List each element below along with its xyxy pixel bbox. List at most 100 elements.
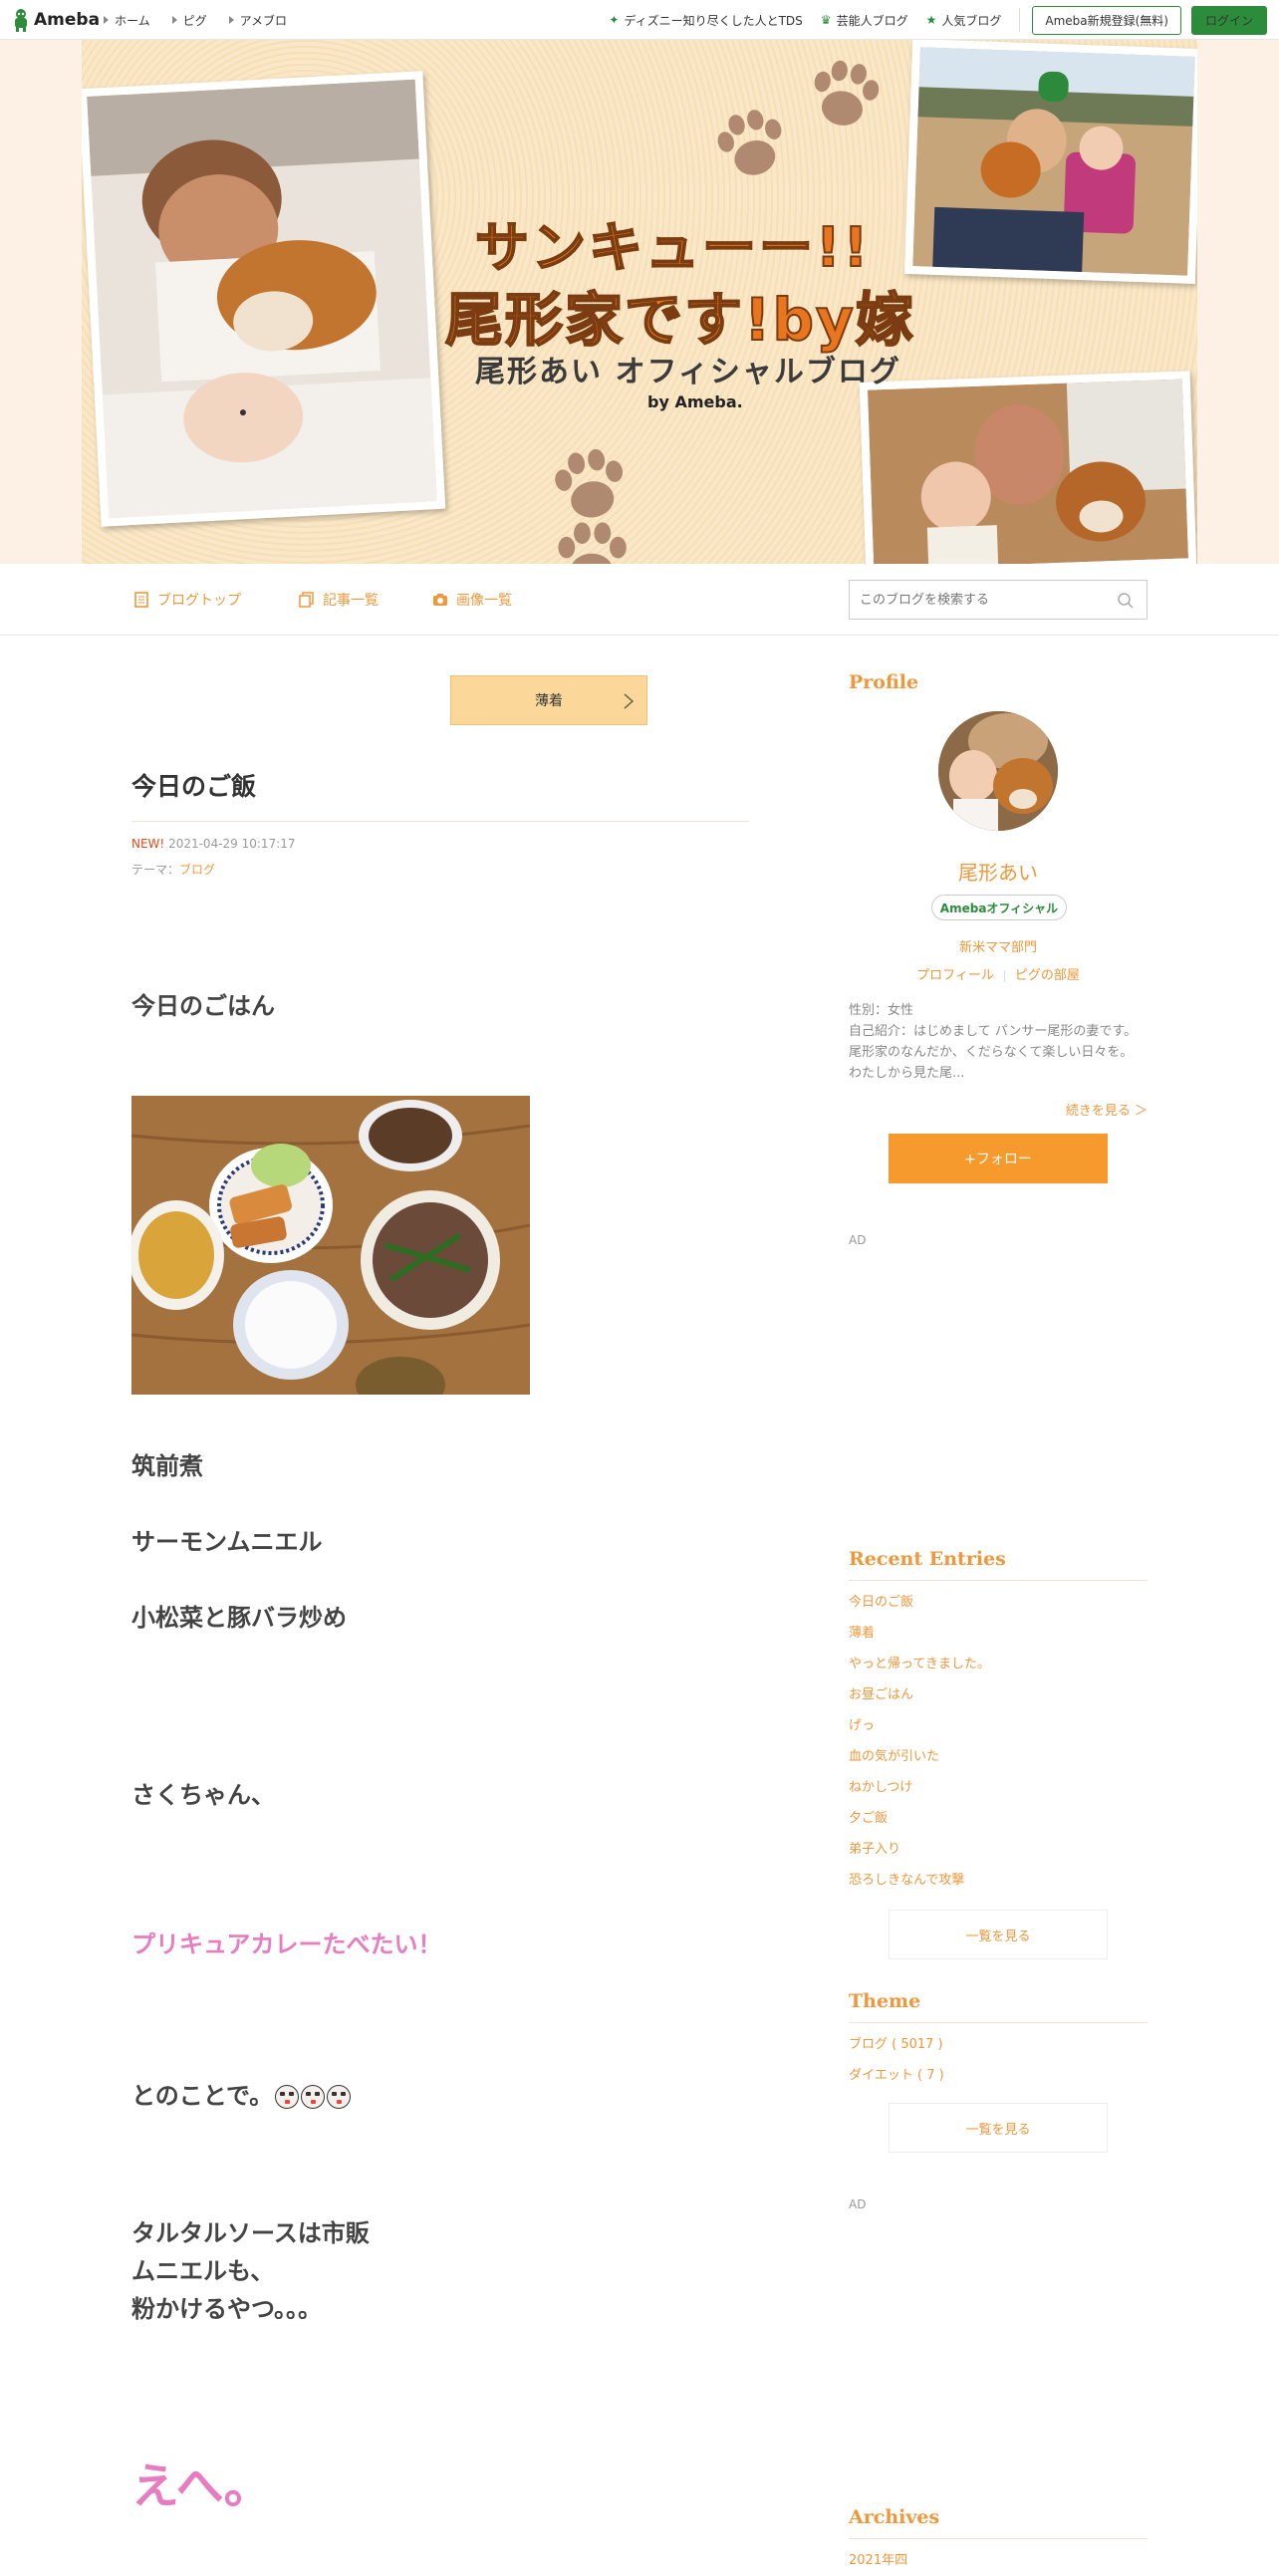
archives-heading: Archives <box>849 2506 1148 2539</box>
article-text-pink: プリキュアカレーたべたい！ <box>131 1931 442 1958</box>
register-button[interactable]: Ameba新規登録(無料) <box>1032 5 1181 35</box>
arrow-icon <box>228 16 234 24</box>
blog-search-input[interactable] <box>850 581 1099 619</box>
profile-heading: Profile <box>849 671 919 693</box>
recent-entry-link[interactable]: 夕ご飯 <box>849 1803 1148 1834</box>
arrow-icon <box>171 16 177 24</box>
profile-links: プロフィール ピグの部屋 <box>849 964 1148 983</box>
copy-icon <box>299 592 314 608</box>
meal-photo[interactable] <box>131 1096 530 1395</box>
article-meta: NEW! 2021-04-29 10:17:17 <box>131 837 296 851</box>
profile-category[interactable]: 新米ママ部門 <box>849 936 1148 955</box>
theme-heading: Theme <box>849 1990 1148 2023</box>
article-text-pink-large: えへ。 <box>131 2458 272 2514</box>
blog-top-label: ブログトップ <box>157 593 241 609</box>
paw-print-icon <box>814 60 880 126</box>
trend-link[interactable]: ✦ ディズニー知り尽くした人とTDS <box>609 12 802 29</box>
article-theme: テーマ：ブログ <box>131 861 215 878</box>
archives-list: 2021年四 <box>849 2545 1148 2576</box>
article-text: サーモンムニエル <box>131 1528 323 1556</box>
theme-list-more-button[interactable]: 一覧を見る <box>889 2103 1108 2153</box>
profile-link[interactable]: プロフィール <box>916 968 994 983</box>
nav-home-label: ホーム <box>115 13 150 28</box>
family-photo-image <box>87 79 437 519</box>
document-icon <box>134 592 148 608</box>
profile-description: 性別：女性 自己紹介：はじめまして パンサー尾形の妻です。 尾形家のなんだか、く… <box>849 1003 1138 1081</box>
recent-entries: Recent Entries 今日のご飯 薄着 やっと帰ってきました。 お昼ごは… <box>849 1548 1148 1959</box>
article-text: とのことで。 <box>131 2082 274 2110</box>
celebrity-blog-label: 芸能人ブログ <box>836 13 908 28</box>
recent-entry-link[interactable]: やっと帰ってきました。 <box>849 1649 1148 1679</box>
image-list-link[interactable]: 画像一覧 <box>432 590 512 610</box>
archives-section: Archives 2021年四 <box>849 2506 1148 2576</box>
banner-title-line1: サンキューー!! <box>474 215 872 280</box>
header-photo-park <box>903 40 1197 285</box>
theme-link[interactable]: ブログ <box>179 863 215 877</box>
prev-article-button[interactable]: 薄着 <box>450 675 647 725</box>
paw-print-icon <box>588 408 589 409</box>
trend-link-label: ディズニー知り尽くした人とTDS <box>624 13 803 28</box>
nav-pig-label: ピグ <box>182 13 207 28</box>
recent-entry-link[interactable]: お昼ごはん <box>849 1679 1148 1710</box>
recent-entry-link[interactable]: 今日のご飯 <box>849 1587 1148 1618</box>
ameba-logo-icon <box>15 9 27 32</box>
ameba-logo[interactable]: Ameba <box>12 8 100 32</box>
chevron-right-icon <box>624 693 635 709</box>
divider <box>1019 8 1021 32</box>
camera-icon <box>433 594 447 606</box>
recent-entry-link[interactable]: 弟子入り <box>849 1834 1148 1865</box>
logo-text: Ameba <box>34 10 101 30</box>
recent-entry-link[interactable]: 薄着 <box>849 1618 1148 1649</box>
blog-nav-bar: ブログトップ 記事一覧 画像一覧 <box>0 564 1279 636</box>
nav-pig-link[interactable]: ピグ <box>171 12 207 29</box>
blog-search-box <box>849 580 1148 620</box>
pig-room-link[interactable]: ピグの部屋 <box>1015 968 1080 983</box>
header-photo-kitchen <box>859 371 1197 564</box>
read-more-link[interactable]: 続きを見る ＞ <box>1066 1100 1148 1119</box>
recent-entry-link[interactable]: 恐ろしきなんで攻撃 <box>849 1865 1148 1896</box>
header-photo-family <box>82 71 446 527</box>
nav-amebro-link[interactable]: アメブロ <box>228 12 287 29</box>
meal-photo-image <box>131 1096 530 1395</box>
banner-by-ameba: by Ameba. <box>647 392 743 411</box>
official-badge: Amebaオフィシャル <box>931 895 1067 920</box>
recent-list-more-button[interactable]: 一覧を見る <box>889 1910 1108 1959</box>
article-text: 粉かけるやつ。。。 <box>131 2295 323 2323</box>
theme-section: Theme ブログ ( 5017 ) ダイエット ( 7 ) 一覧を見る <box>849 1990 1148 2153</box>
article-text: タルタルソースは市販 <box>131 2219 370 2247</box>
ad-label: AD <box>849 2197 867 2211</box>
recent-entry-link[interactable]: げっ <box>849 1710 1148 1741</box>
search-icon[interactable] <box>1117 592 1135 610</box>
follow-button[interactable]: +フォロー <box>889 1134 1108 1183</box>
article-text: 小松菜と豚バラ炒め <box>131 1604 347 1632</box>
recent-entry-link[interactable]: 血の気が引いた <box>849 1741 1148 1772</box>
image-list-label: 画像一覧 <box>456 593 512 609</box>
divider <box>1003 969 1005 982</box>
arrow-icon <box>104 16 109 24</box>
park-photo-image <box>912 47 1195 276</box>
article-list-link[interactable]: 記事一覧 <box>299 590 379 610</box>
banner-title-line2: 尾形家です!by嫁 <box>444 285 915 355</box>
profile-avatar[interactable] <box>938 711 1058 831</box>
article-datetime: 2021-04-29 10:17:17 <box>168 837 296 851</box>
celebrity-blog-link[interactable]: ♛ 芸能人ブログ <box>821 12 908 29</box>
popular-blog-label: 人気ブログ <box>941 13 1002 28</box>
top-right-links: ✦ ディズニー知り尽くした人とTDS ♛ 芸能人ブログ ★ 人気ブログ Ameba新規… <box>609 0 1267 40</box>
crown-icon: ♛ <box>820 13 832 27</box>
top-bar: Ameba ホーム ピグ アメブロ ✦ ディズニー知り尽くした人とTDS ♛ 芸能人… <box>0 0 1279 40</box>
blog-top-link[interactable]: ブログトップ <box>133 590 241 610</box>
popular-blog-link[interactable]: ★ 人気ブログ <box>926 12 1002 29</box>
archive-item-link[interactable]: 2021年四 <box>849 2545 1148 2576</box>
article-text-with-emoji: とのことで。 <box>131 2076 352 2111</box>
profile-name[interactable]: 尾形あい <box>849 857 1148 886</box>
blog-header-banner[interactable]: サンキューー!! 尾形家です!by嫁 尾形あい オフィシャルブログ by Ame… <box>82 40 1197 564</box>
star-icon: ★ <box>925 13 937 27</box>
recent-entry-link[interactable]: ねかしつけ <box>849 1772 1148 1803</box>
new-badge: NEW! <box>131 837 165 851</box>
recent-entries-list: 今日のご飯 薄着 やっと帰ってきました。 お昼ごはん げっ 血の気が引いた ねか… <box>849 1587 1148 1896</box>
theme-item-link[interactable]: ブログ ( 5017 ) <box>849 2029 1148 2060</box>
login-button[interactable]: ログイン <box>1190 5 1267 35</box>
theme-item-link[interactable]: ダイエット ( 7 ) <box>849 2060 1148 2091</box>
face-emoji-icon <box>301 2085 326 2109</box>
nav-home-link[interactable]: ホーム <box>104 12 150 29</box>
